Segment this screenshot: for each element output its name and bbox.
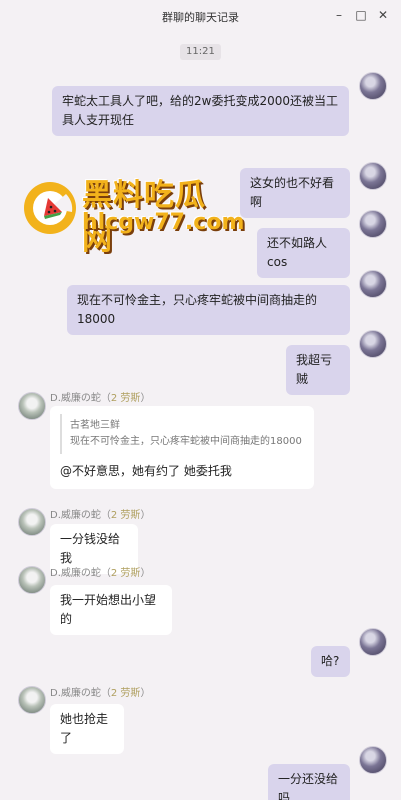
message-bubble: 哈?	[311, 646, 350, 677]
message-bubble: 我超亏贼	[286, 345, 350, 395]
close-icon[interactable]: ✕	[374, 6, 392, 24]
quoted-message[interactable]: 古茗地三鲜 现在不可怜金主，只心疼牢蛇被中间商抽走的18000	[60, 414, 304, 454]
avatar[interactable]	[359, 628, 387, 656]
message-bubble: 一分还没给吗	[268, 764, 350, 800]
sender-name: D.威廉の蛇（2 劳斯）	[50, 393, 151, 404]
avatar[interactable]	[18, 686, 46, 714]
avatar[interactable]	[359, 72, 387, 100]
timestamp: 11:21	[180, 44, 221, 60]
message-bubble: 还不如路人cos	[257, 228, 350, 278]
minimize-icon[interactable]: –	[330, 6, 348, 24]
quote-author: 古茗地三鲜	[70, 420, 120, 431]
avatar[interactable]	[18, 392, 46, 420]
sender-name: D.威廉の蛇（2 劳斯）	[50, 568, 151, 579]
message-bubble: 现在不可怜金主，只心疼牢蛇被中间商抽走的18000	[67, 285, 350, 335]
message-bubble: 牢蛇太工具人了吧，给的2w委托变成2000还被当工具人支开现任	[52, 86, 349, 136]
message-bubble: 她也抢走了	[50, 704, 124, 754]
chat-history[interactable]: 11:21 牢蛇太工具人了吧，给的2w委托变成2000还被当工具人支开现任 这女…	[0, 32, 401, 800]
watermark-url: hlcgw77.com	[82, 210, 245, 235]
title-bar: 群聊的聊天记录 – □ ✕	[0, 0, 401, 32]
watermark: 黑料吃瓜网 hlcgw77.com	[22, 170, 244, 280]
message-bubble: 我一开始想出小望的	[50, 585, 172, 635]
avatar[interactable]	[18, 566, 46, 594]
avatar[interactable]	[359, 330, 387, 358]
avatar[interactable]	[359, 270, 387, 298]
maximize-icon[interactable]: □	[352, 6, 370, 24]
sender-name: D.威廉の蛇（2 劳斯）	[50, 510, 151, 521]
message-text: @不好意思，她有约了 她委托我	[60, 464, 232, 478]
avatar[interactable]	[359, 162, 387, 190]
quote-text: 现在不可怜金主，只心疼牢蛇被中间商抽走的18000	[70, 436, 302, 447]
avatar[interactable]	[359, 210, 387, 238]
avatar[interactable]	[18, 508, 46, 536]
watermelon-logo-icon	[24, 182, 76, 234]
message-bubble: 古茗地三鲜 现在不可怜金主，只心疼牢蛇被中间商抽走的18000 @不好意思，她有…	[50, 406, 314, 489]
sender-name: D.威廉の蛇（2 劳斯）	[50, 688, 151, 699]
avatar[interactable]	[359, 746, 387, 774]
message-bubble: 这女的也不好看啊	[240, 168, 350, 218]
